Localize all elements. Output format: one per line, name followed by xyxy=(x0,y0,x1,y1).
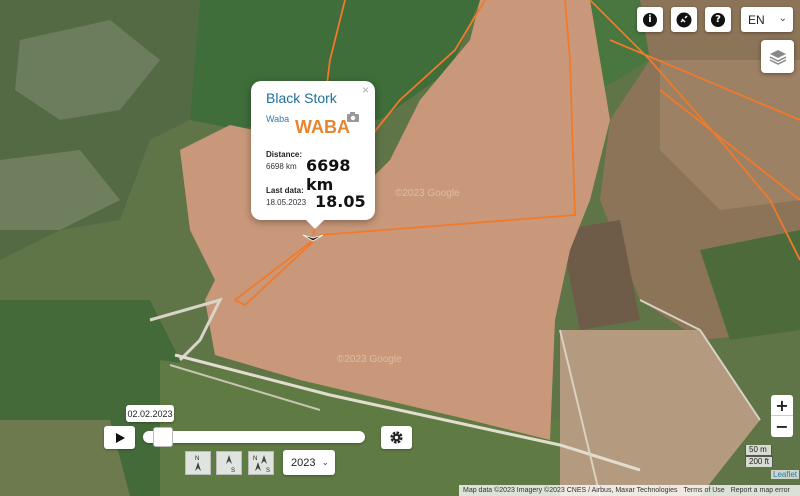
south-arrow-icon: S xyxy=(226,455,235,473)
zoom-in-button[interactable]: + xyxy=(771,395,793,416)
direction-letter: N xyxy=(195,456,199,462)
timeline-slider-handle[interactable] xyxy=(153,427,174,447)
distance-label: Distance: xyxy=(266,150,303,159)
bird-name-link[interactable]: Waba xyxy=(266,114,289,124)
map-watermark: ©2023 Google xyxy=(337,354,402,365)
bird-name-large: WABA xyxy=(295,117,350,137)
last-data-value: 18.05.2023 xyxy=(266,198,307,207)
close-icon[interactable]: × xyxy=(362,83,369,97)
satellite-map[interactable]: ©2023 Google ©2023 Google xyxy=(0,0,800,496)
map-attribution: Map data ©2023 Imagery ©2023 CNES / Airb… xyxy=(459,485,800,496)
attribution-data: Map data ©2023 Imagery ©2023 CNES / Airb… xyxy=(463,487,678,494)
north-south-direction-button[interactable]: N S xyxy=(248,451,274,475)
scale-metric: 50 m xyxy=(745,445,772,456)
layers-button[interactable] xyxy=(761,40,794,73)
direction-letter: S xyxy=(231,468,235,473)
distance-value: 6698 km xyxy=(266,162,297,171)
language-value: EN xyxy=(748,12,765,27)
distance-value-large: 6698 km xyxy=(306,156,351,194)
language-select[interactable]: EN ⌄ xyxy=(741,7,793,32)
north-south-arrows-icon: N S xyxy=(253,455,270,473)
help-button[interactable]: ? xyxy=(705,7,731,32)
info-icon: i xyxy=(643,12,657,27)
play-icon xyxy=(115,432,125,443)
chevron-down-icon: ⌄ xyxy=(778,13,787,24)
scale-imperial: 200 ft xyxy=(745,456,773,467)
play-button[interactable] xyxy=(104,426,135,449)
settings-button[interactable] xyxy=(381,426,412,449)
north-direction-button[interactable]: N xyxy=(185,451,211,475)
south-direction-button[interactable]: S xyxy=(216,451,242,475)
help-icon: ? xyxy=(711,12,725,27)
layers-icon xyxy=(769,49,786,65)
info-button[interactable]: i xyxy=(637,7,663,32)
chevron-down-icon: ⌄ xyxy=(321,457,329,467)
terms-of-use-link[interactable]: Terms of Use xyxy=(683,485,724,496)
share-link-button[interactable] xyxy=(671,7,697,32)
direction-letter: S xyxy=(266,468,270,473)
link-icon xyxy=(676,12,692,27)
map-watermark: ©2023 Google xyxy=(395,188,460,199)
direction-letter: N xyxy=(253,456,257,462)
popup-title: Black Stork xyxy=(266,90,337,106)
gear-icon xyxy=(390,431,403,444)
last-data-label: Last data: xyxy=(266,186,304,195)
report-map-error-link[interactable]: Report a map error xyxy=(731,485,790,496)
north-arrow-icon: N xyxy=(195,456,201,471)
leaflet-link[interactable]: Leaflet xyxy=(771,470,800,479)
year-value: 2023 xyxy=(291,456,316,469)
popup-tip xyxy=(305,219,325,229)
bird-info-popup: × Black Stork Waba WABA Distance: 6698 k… xyxy=(251,81,375,229)
last-data-value-large: 18.05 xyxy=(315,192,366,211)
timeline-date-tooltip: 02.02.2023 xyxy=(126,405,174,422)
year-select[interactable]: 2023 ⌄ xyxy=(283,450,335,475)
zoom-out-button[interactable]: − xyxy=(771,416,793,437)
timeline-slider[interactable] xyxy=(143,431,365,443)
